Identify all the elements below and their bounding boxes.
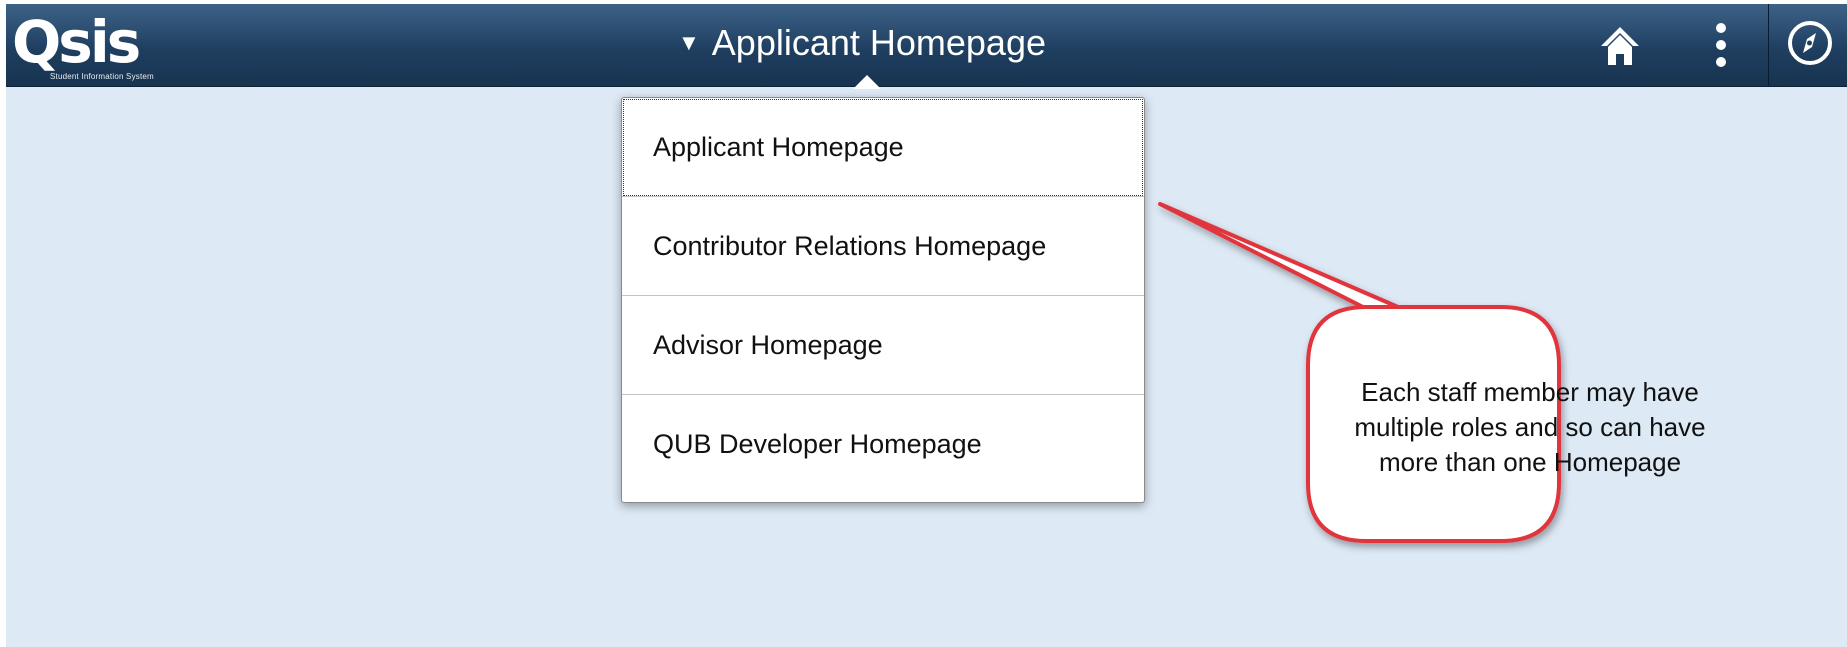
callout-line: multiple roles and so can have: [1354, 412, 1706, 442]
callout-line: more than one Homepage: [1378, 447, 1682, 477]
callout-line: Each staff member may have: [1361, 377, 1699, 407]
callout-bubble: [1158, 202, 1561, 543]
dropdown-pointer: [853, 75, 881, 89]
callout-text: Each staff member may have multiple role…: [1326, 375, 1734, 480]
app-frame: Qsis Student Information System ▼ Applic…: [6, 4, 1847, 647]
